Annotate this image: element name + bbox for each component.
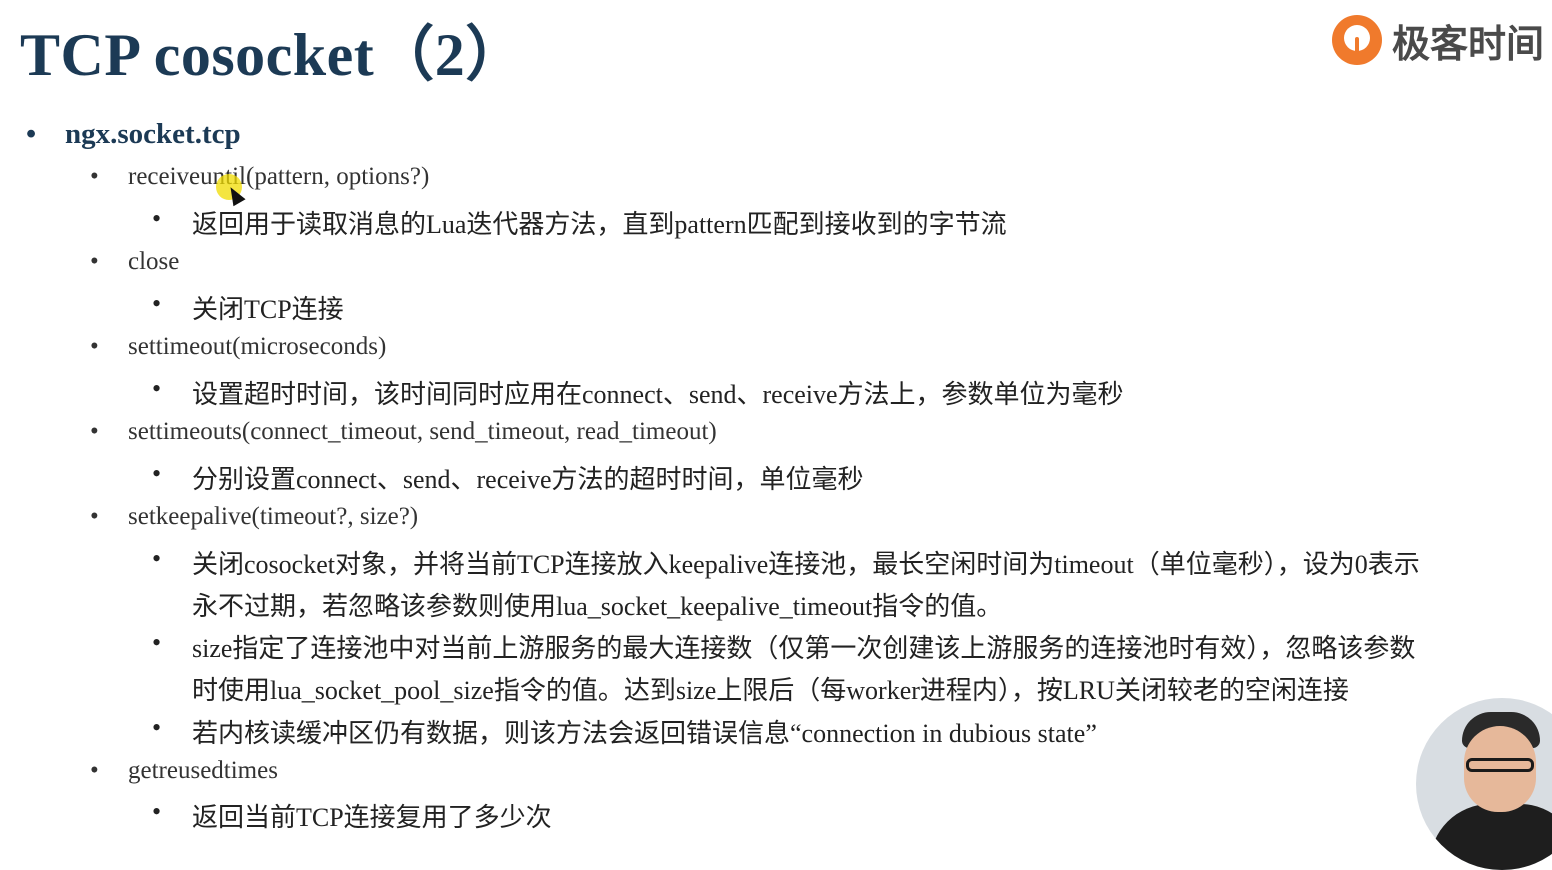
bullet: • bbox=[152, 797, 162, 826]
description-text: 分别设置connect、send、receive方法的超时时间，单位毫秒 bbox=[192, 465, 864, 494]
slide-title: TCP cosocket（2） bbox=[20, 22, 526, 88]
presenter-body bbox=[1430, 804, 1552, 870]
module-name: ngx.socket.tcp bbox=[65, 118, 241, 150]
method-name: close bbox=[128, 248, 180, 275]
bullet: • bbox=[26, 118, 37, 150]
bullet: • bbox=[152, 374, 162, 403]
logo-text: 极客时间 bbox=[1392, 21, 1545, 66]
description-text: 关闭cosocket对象，并将当前TCP连接放入keepalive连接池，最长空… bbox=[192, 550, 1420, 579]
geektime-logo-icon bbox=[1332, 15, 1382, 65]
brand-logo: 极客时间 bbox=[1332, 8, 1544, 72]
description-text: size指定了连接池中对当前上游服务的最大连接数（仅第一次创建该上游服务的连接池… bbox=[192, 634, 1416, 663]
bullet: • bbox=[90, 503, 99, 530]
presenter-webcam bbox=[1416, 698, 1552, 870]
bullet: • bbox=[90, 333, 99, 360]
method-name: receiveuntil(pattern, options?) bbox=[128, 163, 430, 190]
bullet: • bbox=[152, 713, 162, 742]
bullet: • bbox=[90, 418, 99, 445]
bullet: • bbox=[152, 459, 162, 488]
method-name: settimeouts(connect_timeout, send_timeou… bbox=[128, 418, 717, 445]
method-name: setkeepalive(timeout?, size?) bbox=[128, 503, 419, 530]
bullet: • bbox=[152, 628, 162, 657]
bullet: • bbox=[152, 289, 162, 318]
description-text: 关闭TCP连接 bbox=[192, 295, 344, 324]
bullet: • bbox=[90, 757, 99, 784]
bullet: • bbox=[90, 163, 99, 190]
description-text: 返回用于读取消息的Lua迭代器方法，直到pattern匹配到接收到的字节流 bbox=[192, 210, 1007, 239]
bullet: • bbox=[90, 248, 99, 275]
method-name: getreusedtimes bbox=[128, 757, 278, 784]
description-continuation: 永不过期，若忽略该参数则使用lua_socket_keepalive_timeo… bbox=[192, 592, 1003, 621]
method-name: settimeout(microseconds) bbox=[128, 333, 387, 360]
bullet: • bbox=[152, 544, 162, 573]
description-text: 若内核读缓冲区仍有数据，则该方法会返回错误信息“connection in du… bbox=[192, 719, 1097, 748]
bullet: • bbox=[152, 204, 162, 233]
description-continuation: 时使用lua_socket_pool_size指令的值。达到size上限后（每w… bbox=[192, 676, 1349, 705]
description-text: 设置超时时间，该时间同时应用在connect、send、receive方法上，参… bbox=[192, 380, 1124, 409]
description-text: 返回当前TCP连接复用了多少次 bbox=[192, 803, 552, 832]
presenter-glasses bbox=[1466, 758, 1534, 772]
